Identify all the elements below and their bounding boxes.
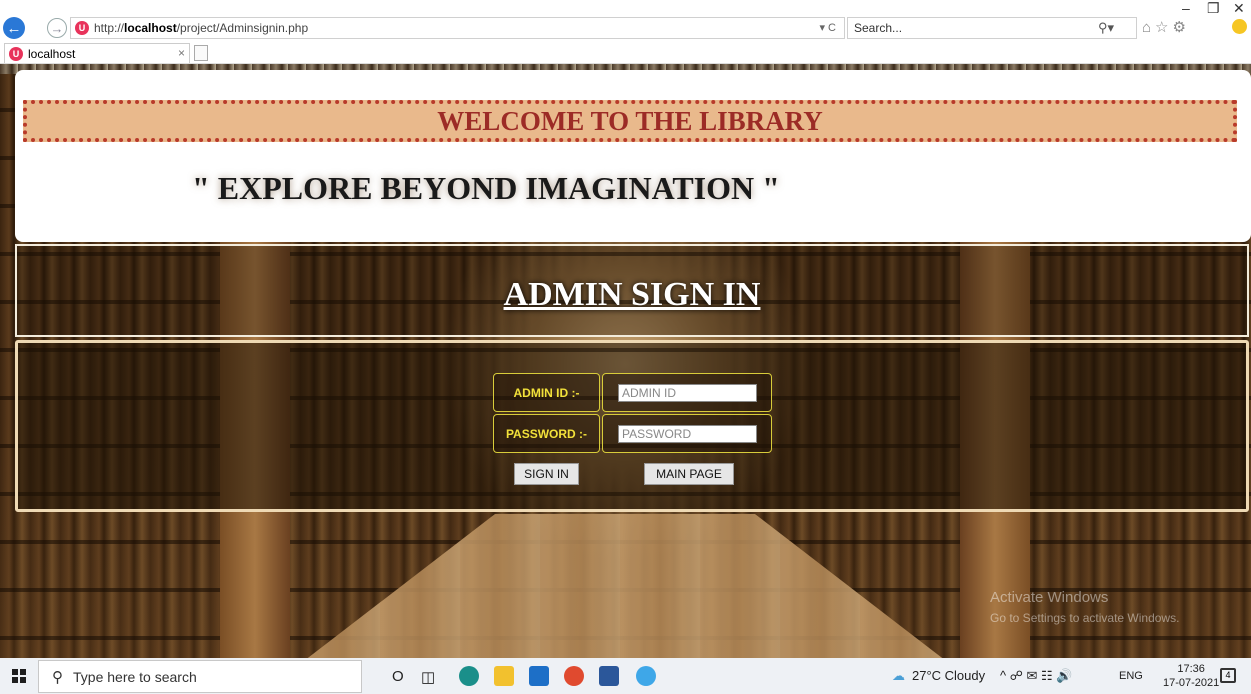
cortana-icon[interactable]: O — [392, 668, 404, 685]
main-page-button[interactable]: MAIN PAGE — [644, 463, 734, 485]
site-favicon-icon: U — [75, 21, 89, 35]
admin-id-cell — [602, 373, 772, 412]
taskbar-search-placeholder: Type here to search — [73, 668, 197, 685]
tab-close-icon[interactable]: × — [178, 46, 185, 60]
taskbar: ⚲ Type here to search O ◫ ☁ 27°C Cloudy … — [0, 658, 1251, 694]
mail-icon[interactable] — [529, 666, 549, 686]
password-cell — [602, 414, 772, 453]
sign-in-button[interactable]: SIGN IN — [514, 463, 579, 485]
password-label: PASSWORD :- — [493, 414, 600, 453]
file-explorer-icon[interactable] — [494, 666, 514, 686]
cloud-icon: ☁ — [892, 668, 905, 683]
chrome-icon[interactable] — [564, 666, 584, 686]
search-icon: ⚲ — [52, 668, 63, 686]
admin-id-input[interactable] — [618, 384, 757, 402]
clock[interactable]: 17:36 17-07-2021 — [1163, 662, 1219, 690]
activate-windows-watermark: Activate Windows Go to Settings to activ… — [990, 588, 1179, 628]
tab-title: localhost — [28, 46, 76, 61]
header-panel: WELCOME TO THE LIBRARY " EXPLORE BEYOND … — [15, 70, 1251, 242]
watermark-subtitle: Go to Settings to activate Windows. — [990, 611, 1180, 625]
arrow-left-icon: ← — [6, 19, 22, 37]
refresh-icon[interactable]: ▾ C — [819, 21, 836, 34]
welcome-banner: WELCOME TO THE LIBRARY — [23, 100, 1237, 142]
page-viewport: WELCOME TO THE LIBRARY " EXPLORE BEYOND … — [0, 64, 1251, 658]
internet-explorer-icon[interactable] — [636, 666, 656, 686]
password-input[interactable] — [618, 425, 757, 443]
tab-strip: U localhost × — [0, 42, 1251, 64]
browser-toolbar: ← → U http://localhost/project/Adminsign… — [0, 0, 1251, 42]
tab-localhost[interactable]: U localhost × — [4, 43, 190, 63]
feedback-smiley-icon[interactable] — [1232, 19, 1247, 34]
address-bar[interactable]: U http://localhost/project/Adminsignin.p… — [70, 17, 845, 39]
restore-icon[interactable]: ❐ — [1207, 0, 1220, 17]
word-icon[interactable] — [599, 666, 619, 686]
signin-title-box: ADMIN SIGN IN — [15, 244, 1249, 337]
weather-text[interactable]: 27°C Cloudy — [912, 668, 985, 683]
new-tab-button[interactable] — [194, 45, 208, 61]
windows-start-icon[interactable] — [12, 669, 26, 683]
home-favorites-settings-icons[interactable]: ⌂☆⚙ — [1142, 18, 1190, 36]
tagline: " EXPLORE BEYOND IMAGINATION " — [192, 170, 780, 206]
clock-date: 17-07-2021 — [1163, 677, 1220, 689]
signin-form: ADMIN ID :- PASSWORD :- SIGN IN MAIN PAG… — [15, 340, 1249, 512]
task-view-icon[interactable]: ◫ — [421, 668, 435, 686]
search-icon[interactable]: ⚲▾ — [1098, 20, 1114, 36]
page-title: ADMIN SIGN IN — [503, 275, 761, 313]
edge-icon[interactable] — [459, 666, 479, 686]
url-path: /project/Adminsignin.php — [176, 21, 309, 35]
minimize-icon[interactable]: – — [1182, 0, 1190, 16]
close-window-icon[interactable]: ✕ — [1233, 0, 1245, 17]
arrow-right-icon: → — [50, 20, 64, 36]
watermark-title: Activate Windows — [990, 589, 1109, 606]
url-prefix: http:// — [94, 21, 125, 35]
taskbar-search-input[interactable]: ⚲ Type here to search — [38, 660, 362, 693]
clock-time: 17:36 — [1177, 663, 1205, 675]
back-button[interactable]: ← — [3, 17, 25, 39]
url-host: localhost — [124, 21, 177, 35]
browser-search-input[interactable]: Search... — [847, 17, 1137, 39]
forward-button[interactable]: → — [47, 18, 67, 38]
tab-favicon-icon: U — [9, 46, 23, 61]
system-tray-icons[interactable]: ^ ☍ ✉ ☷ 🔊 — [1000, 668, 1072, 684]
admin-id-label: ADMIN ID :- — [493, 373, 600, 412]
language-indicator[interactable]: ENG — [1119, 670, 1143, 682]
notification-icon[interactable]: 4 — [1220, 668, 1236, 683]
